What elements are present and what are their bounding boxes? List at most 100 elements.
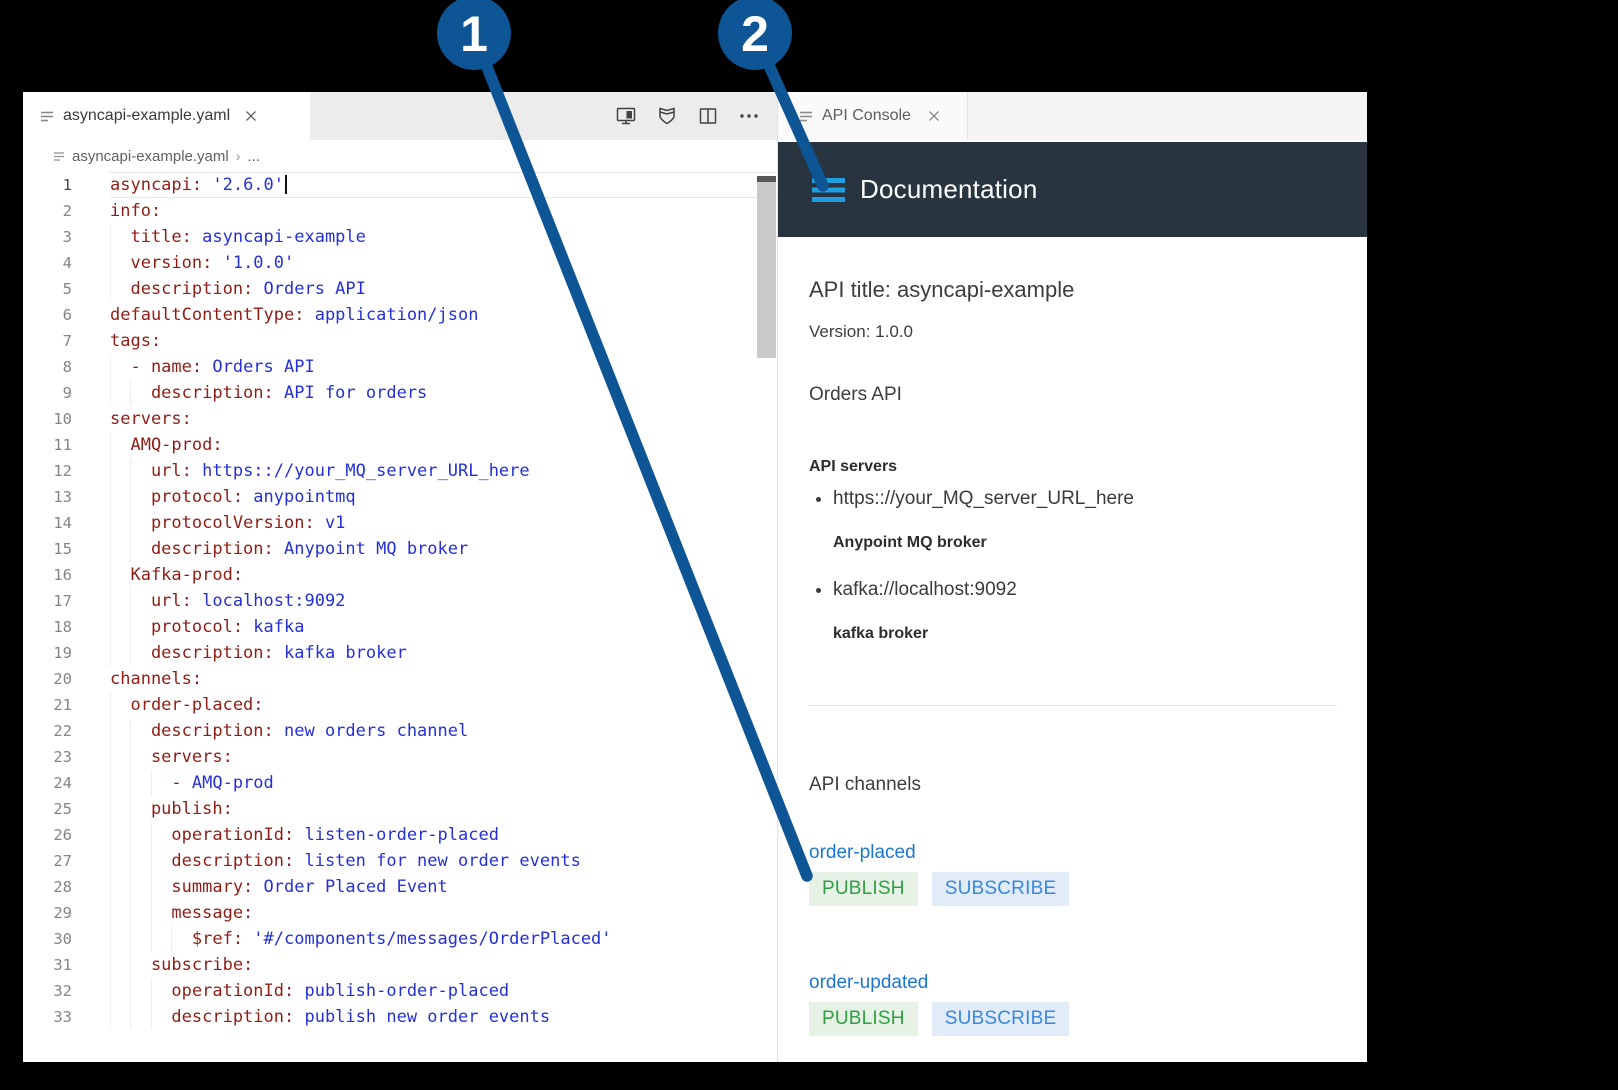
code-line[interactable]: 16 Kafka-prod: [23, 562, 777, 588]
code-text[interactable]: - name: Orders API [110, 354, 777, 380]
channel-link[interactable]: order-placed [809, 842, 1337, 864]
code-line[interactable]: 12 url: https:://your_MQ_server_URL_here [23, 458, 777, 484]
code-text[interactable]: summary: Order Placed Event [110, 874, 777, 900]
tab-api-console[interactable]: API Console [778, 92, 968, 140]
code-text[interactable]: info: [110, 198, 777, 224]
code-text[interactable]: url: https:://your_MQ_server_URL_here [110, 458, 777, 484]
breadcrumb-more[interactable]: ... [247, 148, 260, 165]
code-line[interactable]: 26 operationId: listen-order-placed [23, 822, 777, 848]
code-line[interactable]: 8 - name: Orders API [23, 354, 777, 380]
code-text[interactable]: protocol: anypointmq [110, 484, 777, 510]
yaml-value: listen for new order events [294, 851, 581, 871]
code-text[interactable]: protocolVersion: v1 [110, 510, 777, 536]
code-text[interactable]: tags: [110, 328, 777, 354]
scrollbar-thumb[interactable] [757, 176, 776, 358]
code-line[interactable]: 15 description: Anypoint MQ broker [23, 536, 777, 562]
code-line[interactable]: 4 version: '1.0.0' [23, 250, 777, 276]
code-text[interactable]: channels: [110, 666, 777, 692]
line-number: 26 [23, 822, 72, 848]
channel-link[interactable]: order-updated [809, 972, 1337, 994]
tab-asyncapi-example-yaml[interactable]: asyncapi-example.yaml [23, 92, 310, 140]
code-text[interactable]: AMQ-prod: [110, 432, 777, 458]
code-text[interactable]: description: publish new order events [110, 1004, 777, 1030]
code-text[interactable]: subscribe: [110, 952, 777, 978]
indent-guide [151, 926, 152, 952]
code-line[interactable]: 13 protocol: anypointmq [23, 484, 777, 510]
api-title: API title: asyncapi-example [809, 277, 1337, 303]
code-line[interactable]: 25 publish: [23, 796, 777, 822]
code-text[interactable]: operationId: listen-order-placed [110, 822, 777, 848]
api-description: Orders API [809, 384, 1337, 406]
close-icon[interactable] [928, 110, 940, 122]
hamburger-menu-icon[interactable] [812, 177, 845, 203]
code-line[interactable]: 28 summary: Order Placed Event [23, 874, 777, 900]
code-text[interactable]: description: Orders API [110, 276, 777, 302]
split-editor-icon[interactable] [696, 104, 720, 128]
code-text[interactable]: order-placed: [110, 692, 777, 718]
shield-icon[interactable] [655, 104, 679, 128]
breadcrumb[interactable]: asyncapi-example.yaml › ... [23, 140, 777, 172]
more-actions-icon[interactable] [737, 104, 761, 128]
yaml-value: Orders API [253, 279, 366, 299]
code-text[interactable]: description: listen for new order events [110, 848, 777, 874]
code-line[interactable]: 7tags: [23, 328, 777, 354]
code-text[interactable]: protocol: kafka [110, 614, 777, 640]
code-text[interactable]: asyncapi: '2.6.0' [110, 172, 777, 198]
code-line[interactable]: 24 - AMQ-prod [23, 770, 777, 796]
subscribe-badge[interactable]: SUBSCRIBE [932, 1002, 1070, 1036]
code-line[interactable]: 11 AMQ-prod: [23, 432, 777, 458]
code-line[interactable]: 19 description: kafka broker [23, 640, 777, 666]
line-number: 20 [23, 666, 72, 692]
code-area[interactable]: 1asyncapi: '2.6.0'2info:3 title: asyncap… [23, 172, 777, 1030]
code-line[interactable]: 18 protocol: kafka [23, 614, 777, 640]
subscribe-badge[interactable]: SUBSCRIBE [932, 872, 1070, 906]
code-text[interactable]: - AMQ-prod [110, 770, 777, 796]
yaml-value: asyncapi-example [192, 227, 366, 247]
code-text[interactable]: defaultContentType: application/json [110, 302, 777, 328]
publish-badge[interactable]: PUBLISH [809, 872, 918, 906]
code-text[interactable]: title: asyncapi-example [110, 224, 777, 250]
code-line[interactable]: 33 description: publish new order events [23, 1004, 777, 1030]
code-text[interactable]: version: '1.0.0' [110, 250, 777, 276]
code-line[interactable]: 21 order-placed: [23, 692, 777, 718]
code-line[interactable]: 6defaultContentType: application/json [23, 302, 777, 328]
open-preview-icon[interactable] [614, 104, 638, 128]
indent-guide [110, 978, 111, 1004]
breadcrumb-file[interactable]: asyncapi-example.yaml [72, 148, 229, 165]
code-line[interactable]: 31 subscribe: [23, 952, 777, 978]
code-line[interactable]: 9 description: API for orders [23, 380, 777, 406]
code-text[interactable]: servers: [110, 744, 777, 770]
code-text[interactable]: url: localhost:9092 [110, 588, 777, 614]
indent-guide [151, 1004, 152, 1030]
code-line[interactable]: 30 $ref: '#/components/messages/OrderPla… [23, 926, 777, 952]
code-line[interactable]: 3 title: asyncapi-example [23, 224, 777, 250]
code-text[interactable]: message: [110, 900, 777, 926]
code-line[interactable]: 5 description: Orders API [23, 276, 777, 302]
code-text[interactable]: description: API for orders [110, 380, 777, 406]
code-text[interactable]: description: Anypoint MQ broker [110, 536, 777, 562]
code-line[interactable]: 29 message: [23, 900, 777, 926]
yaml-key: - name: [110, 357, 202, 377]
code-text[interactable]: description: new orders channel [110, 718, 777, 744]
code-text[interactable]: publish: [110, 796, 777, 822]
code-text[interactable]: servers: [110, 406, 777, 432]
code-text[interactable]: operationId: publish-order-placed [110, 978, 777, 1004]
code-line[interactable]: 23 servers: [23, 744, 777, 770]
code-line[interactable]: 1asyncapi: '2.6.0' [23, 172, 777, 198]
yaml-value: listen-order-placed [294, 825, 499, 845]
code-text[interactable]: description: kafka broker [110, 640, 777, 666]
code-text[interactable]: $ref: '#/components/messages/OrderPlaced… [110, 926, 777, 952]
code-line[interactable]: 2info: [23, 198, 777, 224]
code-line[interactable]: 10servers: [23, 406, 777, 432]
code-line[interactable]: 22 description: new orders channel [23, 718, 777, 744]
editor-scrollbar[interactable] [757, 172, 776, 1060]
code-line[interactable]: 14 protocolVersion: v1 [23, 510, 777, 536]
code-text[interactable]: Kafka-prod: [110, 562, 777, 588]
code-line[interactable]: 27 description: listen for new order eve… [23, 848, 777, 874]
code-line[interactable]: 20 channels: [23, 666, 777, 692]
yaml-value: '1.0.0' [212, 253, 294, 273]
publish-badge[interactable]: PUBLISH [809, 1002, 918, 1036]
code-line[interactable]: 32 operationId: publish-order-placed [23, 978, 777, 1004]
close-icon[interactable] [245, 110, 257, 122]
code-line[interactable]: 17 url: localhost:9092 [23, 588, 777, 614]
